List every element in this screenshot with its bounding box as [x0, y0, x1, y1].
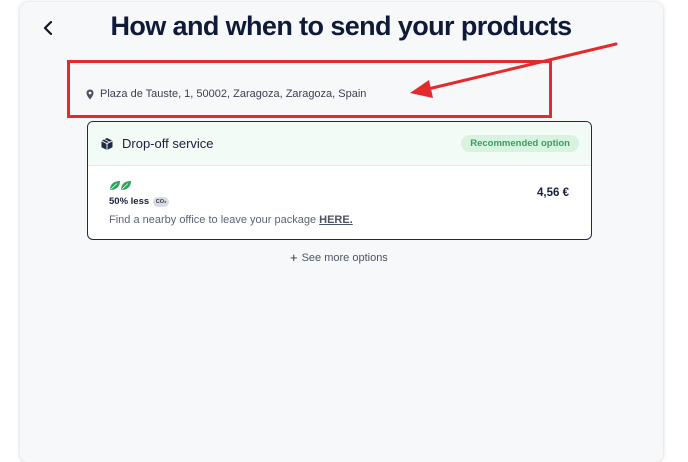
drop-off-option-card[interactable]: Drop-off service Recommended option 50% …: [87, 121, 592, 240]
eco-text: 50% less: [109, 196, 150, 207]
leaf-icon: [110, 181, 131, 190]
eco-label: 50% less CO₂: [109, 196, 170, 207]
back-button[interactable]: [38, 16, 58, 40]
package-box-icon: [101, 137, 113, 150]
see-more-options-button[interactable]: + See more options: [290, 250, 388, 265]
chevron-left-icon: [43, 20, 53, 36]
description-text: Find a nearby office to leave your packa…: [109, 214, 317, 226]
option-description: Find a nearby office to leave your packa…: [109, 214, 353, 226]
find-office-link[interactable]: HERE.: [319, 214, 353, 226]
co2-badge: CO₂: [153, 196, 170, 207]
page-title: How and when to send your products: [110, 11, 572, 41]
recommended-badge: Recommended option: [461, 135, 579, 152]
option-header: Drop-off service Recommended option: [88, 122, 591, 166]
map-pin-icon: [86, 89, 94, 99]
address-line: Plaza de Tauste, 1, 50002, Zaragoza, Zar…: [86, 86, 366, 102]
option-body: 50% less CO₂ Find a nearby office to lea…: [88, 166, 591, 239]
see-more-label: See more options: [301, 251, 388, 264]
address-text: Plaza de Tauste, 1, 50002, Zaragoza, Zar…: [100, 88, 367, 100]
option-name: Drop-off service: [122, 136, 214, 151]
option-price: 4,56 €: [537, 187, 569, 199]
plus-icon: +: [290, 250, 298, 265]
